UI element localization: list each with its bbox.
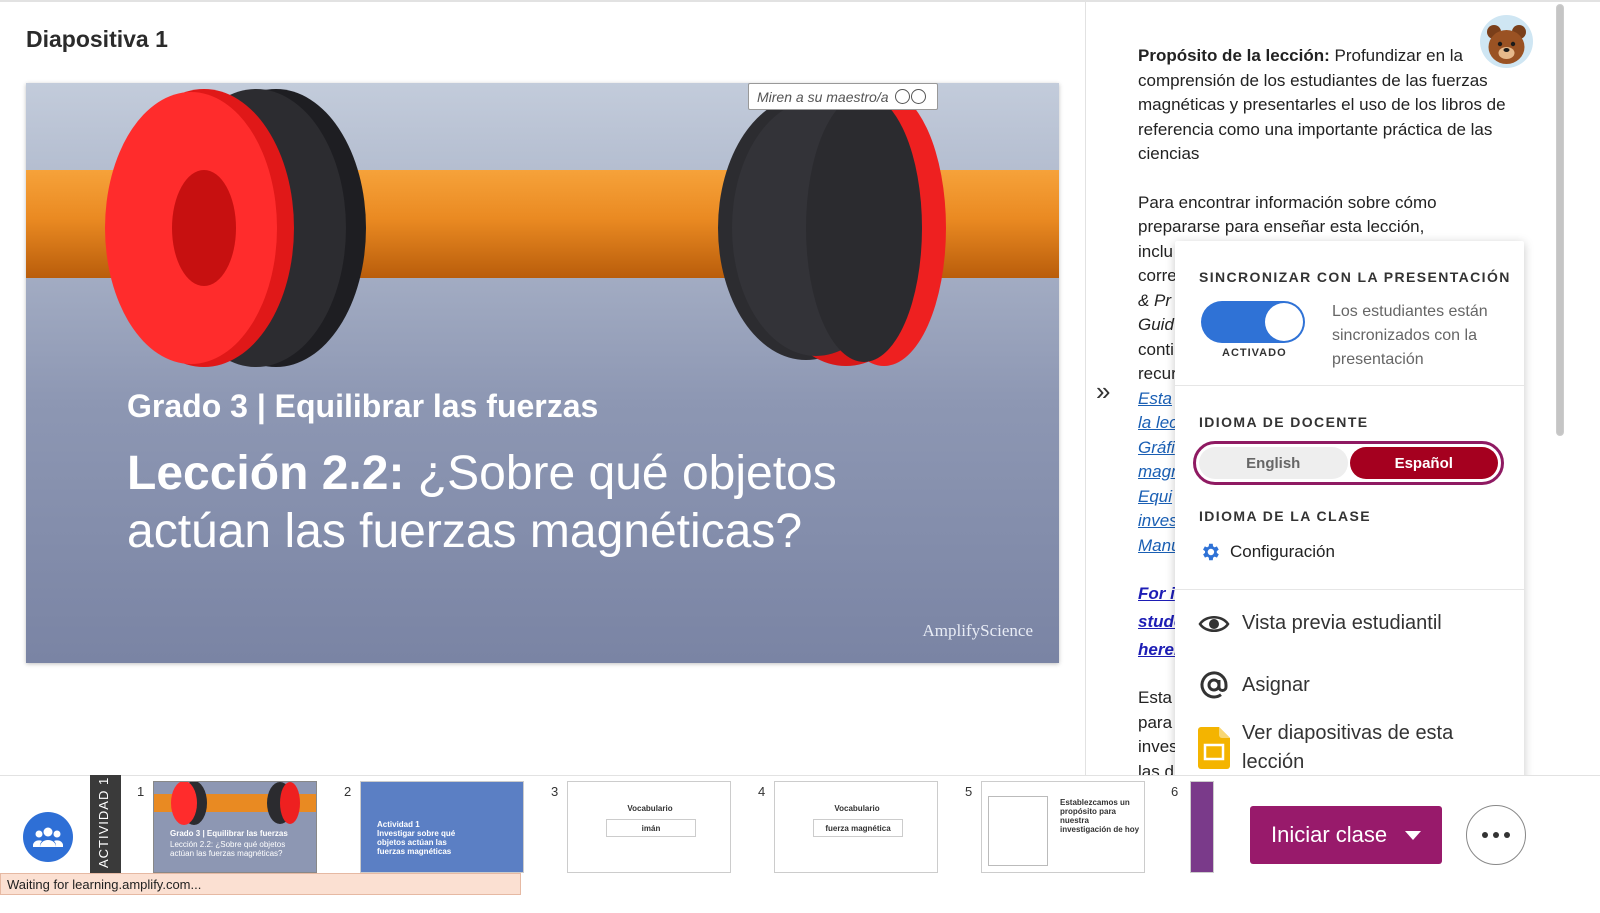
teacher-lang-heading: IDIOMA DE DOCENTE (1199, 414, 1369, 430)
slide-thumbnail-5[interactable]: Establezcamos un propósito para nuestra … (981, 781, 1145, 873)
start-class-button[interactable]: Iniciar clase (1250, 806, 1442, 864)
notes-bold-link[interactable]: For i (1138, 584, 1175, 603)
lesson-prefix: Lección 2.2: (127, 447, 405, 500)
notes-link[interactable]: la lec (1138, 413, 1178, 432)
lang-english-option[interactable]: English (1199, 447, 1348, 479)
notes-link[interactable]: inves (1138, 511, 1178, 530)
student-preview-item[interactable]: Vista previa estudiantil (1198, 612, 1442, 635)
purpose-label: Propósito de la lección: (1138, 46, 1330, 65)
activity-tab[interactable]: ACTIVIDAD 1 (90, 775, 121, 875)
sync-heading: SINCRONIZAR CON LA PRESENTACIÓN (1199, 269, 1511, 285)
slide-thumbnail-4[interactable]: Vocabulario fuerza magnética (774, 781, 938, 873)
watch-teacher-label: Miren a su maestro/a (757, 88, 889, 105)
notes-scrollbar[interactable] (1555, 0, 1565, 440)
dot-icon (1493, 832, 1499, 838)
pane-divider (1085, 0, 1086, 775)
student-preview-label: Vista previa estudiantil (1242, 612, 1442, 634)
scrollbar-thumb[interactable] (1556, 4, 1564, 436)
thumb-title: Actividad 1 (377, 820, 420, 829)
thumb-number: 6 (1171, 784, 1179, 799)
lang-spanish-option[interactable]: Español (1349, 447, 1498, 479)
at-sign-icon (1200, 671, 1228, 699)
thumb-number: 2 (344, 784, 352, 799)
prep-paragraph: Para encontrar información sobre cómo pr… (1138, 191, 1508, 240)
toggle-knob (1265, 303, 1303, 341)
notes-link[interactable]: Esta (1138, 389, 1172, 408)
eye-icon (1198, 615, 1230, 632)
eyes-icon (894, 89, 926, 104)
thumb-illustration (154, 782, 316, 872)
bear-avatar-icon (1487, 25, 1526, 64)
notes-link[interactable]: Equi (1138, 487, 1172, 506)
browser-status-bar: Waiting for learning.amplify.com... (0, 873, 521, 895)
activity-tab-label: ACTIVIDAD 1 (96, 776, 111, 868)
teacher-lang-switch: English Español (1193, 441, 1504, 485)
thumb-subtitle: Investigar sobre qué objetos actúan las … (377, 829, 456, 856)
config-label: Configuración (1230, 542, 1335, 561)
purpose-paragraph: Propósito de la lección: Profundizar en … (1138, 44, 1508, 167)
slide-canvas: Miren a su maestro/a Grado 3 | Equilibra… (26, 83, 1059, 663)
thumb-title: Vocabulario (834, 804, 880, 813)
prep-text: Para encontrar información sobre cómo pr… (1138, 192, 1437, 237)
class-lang-heading: IDIOMA DE LA CLASE (1199, 508, 1371, 524)
thumb-title: Establezcamos un propósito para nuestra … (1060, 798, 1140, 834)
expand-chevron-icon[interactable]: » (1096, 376, 1110, 407)
dot-icon (1504, 832, 1510, 838)
slide-illustration (26, 83, 1059, 663)
sync-description: Los estudiantes están sincronizados con … (1332, 303, 1488, 368)
gear-icon (1203, 543, 1219, 561)
start-class-label: Iniciar clase (1271, 822, 1388, 847)
thumb-term-box: fuerza magnética (813, 819, 903, 837)
slide-grade-line: Grado 3 | Equilibrar las fuerzas (127, 388, 599, 424)
thumb-number: 4 (758, 784, 766, 799)
assign-item[interactable]: Asignar (1198, 670, 1310, 700)
config-link[interactable]: Configuración (1199, 541, 1335, 563)
slide-thumbnail-1[interactable]: Grado 3 | Equilibrar las fuerzas Lección… (153, 781, 317, 873)
thumb-title: Vocabulario (627, 804, 673, 813)
thumb-term-box: imán (606, 819, 696, 837)
thumb-table (988, 796, 1048, 866)
class-roster-button[interactable] (23, 812, 73, 862)
popup-divider (1175, 589, 1524, 590)
sync-toggle[interactable] (1201, 301, 1305, 343)
thumb-title: Grado 3 | Equilibrar las fuerzas (170, 829, 288, 838)
options-popup: SINCRONIZAR CON LA PRESENTACIÓN ACTIVADO… (1175, 241, 1524, 788)
slide-title: Diapositiva 1 (26, 26, 168, 52)
toggle-state-label: ACTIVADO (1222, 347, 1287, 359)
thumb-number: 3 (551, 784, 559, 799)
slide-thumbnail-3[interactable]: Vocabulario imán (567, 781, 731, 873)
thumb-subtitle: Lección 2.2: ¿Sobre qué objetos actúan l… (170, 840, 286, 858)
view-slides-label: Ver diapositivas de esta lección (1242, 722, 1454, 773)
thumb-number: 1 (137, 784, 145, 799)
slide-lesson-title: Lección 2.2: ¿Sobre qué objetos actúan l… (127, 445, 927, 561)
caret-down-icon (1405, 830, 1422, 840)
slide-thumbnail-2[interactable]: Actividad 1 Investigar sobre qué objetos… (360, 781, 524, 873)
group-icon (33, 827, 63, 847)
view-slides-item[interactable]: Ver diapositivas de esta lección (1198, 719, 1502, 777)
popup-divider (1175, 385, 1524, 386)
watch-teacher-badge: Miren a su maestro/a (748, 83, 938, 110)
top-divider (0, 0, 1600, 2)
more-options-button[interactable] (1466, 805, 1526, 865)
google-slides-icon (1198, 727, 1230, 769)
user-avatar[interactable] (1480, 15, 1533, 68)
notes-bold-link[interactable]: here. (1138, 640, 1179, 659)
thumb-number: 5 (965, 784, 973, 799)
notes-link[interactable]: Gráfi (1138, 438, 1175, 457)
amplify-logo: AmplifyScience (922, 621, 1033, 640)
slide-thumbnail-6[interactable] (1190, 781, 1214, 873)
assign-label: Asignar (1242, 673, 1310, 696)
dot-icon (1482, 832, 1488, 838)
